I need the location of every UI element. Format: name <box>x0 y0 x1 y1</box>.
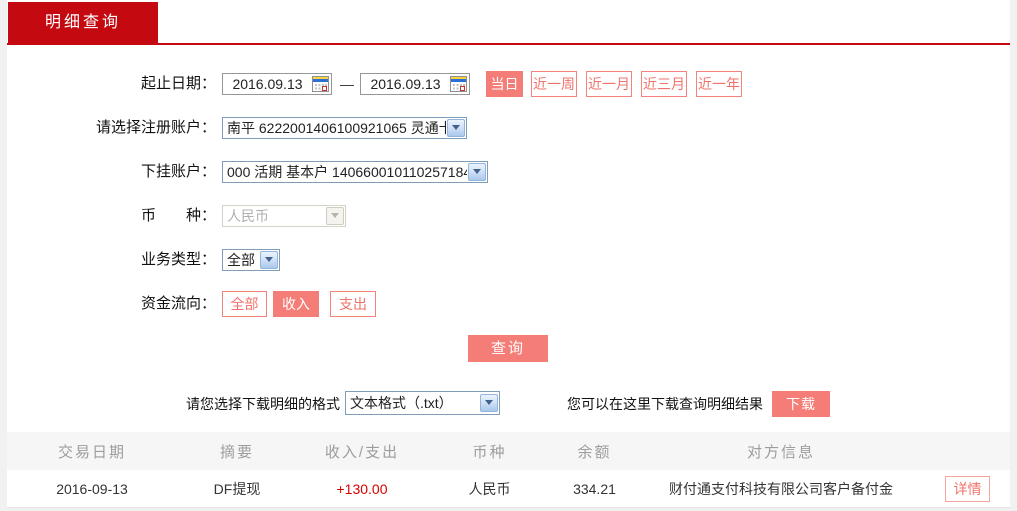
download-format-select[interactable]: 文本格式（.txt） <box>345 391 500 415</box>
register-account-value: 南平 6222001406100921065 灵通卡 <box>227 120 446 136</box>
query-button[interactable]: 查询 <box>468 335 548 362</box>
table-row: 2016-09-13 DF提现 +130.00 人民币 334.21 财付通支付… <box>7 470 1010 508</box>
detail-button[interactable]: 详情 <box>945 475 990 502</box>
header-summary: 摘要 <box>219 443 254 461</box>
cell-balance: 334.21 <box>573 480 616 497</box>
download-format-label: 请您选择下载明细的格式 <box>186 396 340 412</box>
business-type-select[interactable]: 全部 <box>222 249 280 271</box>
header-counterparty: 对方信息 <box>746 443 815 461</box>
flow-button-income[interactable]: 收入 <box>273 291 319 317</box>
cell-amount: +130.00 <box>336 480 388 497</box>
flow-button-all[interactable]: 全部 <box>222 291 267 317</box>
flow-button-expense[interactable]: 支出 <box>330 291 376 317</box>
quick-button-last-month[interactable]: 近一月 <box>586 71 632 97</box>
header-balance: 余额 <box>577 443 612 461</box>
chevron-down-icon <box>480 394 498 412</box>
cell-summary: DF提现 <box>213 480 261 497</box>
business-type-value: 全部 <box>227 252 255 268</box>
quick-button-today[interactable]: 当日 <box>486 71 523 97</box>
download-format-value: 文本格式（.txt） <box>350 395 453 411</box>
start-date-input[interactable]: 2016.09.13 <box>222 73 332 95</box>
quick-button-last-week[interactable]: 近一周 <box>531 71 577 97</box>
date-range-label: 起止日期： <box>140 75 216 92</box>
sub-account-value: 000 活期 基本户 1406600101102571848 <box>227 164 467 180</box>
quick-button-last-year[interactable]: 近一年 <box>696 71 742 97</box>
chevron-down-icon <box>326 207 344 225</box>
tab-underline <box>7 43 1010 45</box>
download-button[interactable]: 下载 <box>772 391 830 417</box>
register-account-select[interactable]: 南平 6222001406100921065 灵通卡 <box>222 117 467 139</box>
download-hint: 您可以在这里下载查询明细结果 <box>567 396 763 412</box>
calendar-icon[interactable] <box>312 76 329 92</box>
cell-action: 详情 <box>925 475 1010 502</box>
end-date-value: 2016.09.13 <box>370 76 441 92</box>
date-range-separator: — <box>340 76 354 92</box>
start-date-value: 2016.09.13 <box>232 76 303 92</box>
sub-account-label: 下挂账户： <box>140 163 216 180</box>
quick-button-last-quarter[interactable]: 近三月 <box>641 71 687 97</box>
end-date-input[interactable]: 2016.09.13 <box>360 73 470 95</box>
currency-label: 币 种： <box>140 207 216 224</box>
cell-currency: 人民币 <box>468 480 511 497</box>
header-trade-date: 交易日期 <box>57 443 126 461</box>
chevron-down-icon <box>468 163 486 181</box>
cell-trade-date: 2016-09-13 <box>56 480 128 497</box>
business-type-label: 业务类型： <box>140 251 216 268</box>
table-header-row: 交易日期 摘要 收入/支出 币种 余额 对方信息 <box>7 432 1010 470</box>
header-currency: 币种 <box>472 443 507 461</box>
chevron-down-icon <box>447 119 465 137</box>
cell-counterparty: 财付通支付科技有限公司客户备付金 <box>669 480 893 497</box>
currency-value: 人民币 <box>227 208 269 224</box>
header-in-out: 收入/支出 <box>324 443 400 461</box>
register-account-label: 请选择注册账户： <box>95 119 216 136</box>
currency-select: 人民币 <box>222 205 346 227</box>
tab-detail-query[interactable]: 明细查询 <box>8 2 158 43</box>
chevron-down-icon <box>260 251 278 269</box>
sub-account-select[interactable]: 000 活期 基本户 1406600101102571848 <box>222 161 488 183</box>
fund-flow-label: 资金流向： <box>140 295 216 312</box>
calendar-icon[interactable] <box>450 76 467 92</box>
